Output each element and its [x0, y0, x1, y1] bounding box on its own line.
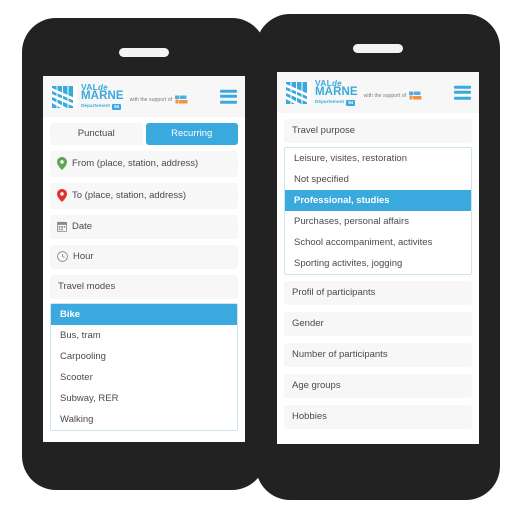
list-item[interactable]: Leisure, visites, restoration [285, 148, 471, 169]
brand-marne-text: MARNE [81, 90, 124, 103]
val-de-marne-chevron-logo [52, 85, 77, 108]
support-credit: with the support of [364, 91, 422, 101]
support-credit-text: with the support of [363, 92, 407, 99]
partner-logo [409, 91, 422, 99]
hamburger-menu-icon[interactable] [454, 85, 471, 100]
brand-department-number: 94 [112, 103, 122, 110]
map-pin-red-icon [57, 189, 67, 202]
hamburger-menu-icon[interactable] [220, 89, 237, 104]
tab-punctual[interactable]: Punctual [50, 123, 143, 145]
section-travel-purpose[interactable]: Travel purpose [284, 119, 472, 143]
field-to[interactable]: To (place, station, address) [50, 183, 238, 209]
travel-purpose-list: Leisure, visites, restoration Not specif… [284, 147, 472, 275]
field-hour-label: Hour [73, 251, 94, 262]
list-item[interactable]: Carpooling [51, 346, 237, 367]
brand-department-text: Département [81, 103, 111, 109]
list-item[interactable]: Professional, studies [285, 190, 471, 211]
list-item[interactable]: Bike [51, 304, 237, 325]
list-item[interactable]: Purchases, personal affairs [285, 211, 471, 232]
support-credit-text: with the support of [129, 96, 173, 103]
partner-logo [175, 95, 188, 103]
support-credit: with the support of [130, 95, 188, 105]
field-date-label: Date [72, 221, 93, 232]
tab-recurring[interactable]: Recurring [145, 123, 238, 145]
field-from-label: From (place, station, address) [72, 158, 199, 169]
list-item[interactable]: Sporting activites, jogging [285, 253, 471, 274]
section-gender[interactable]: Gender [284, 312, 472, 336]
clock-icon [57, 251, 68, 262]
map-pin-green-icon [57, 157, 67, 170]
section-number-of-participants[interactable]: Number of participants [284, 343, 472, 367]
brand-department-row: Département 94 [81, 103, 124, 110]
field-date[interactable]: Date [50, 215, 238, 239]
phone-screen-left: VALde MARNE Département 94 with the supp… [43, 76, 245, 442]
list-item[interactable]: Scooter [51, 367, 237, 388]
brand-department-row: Département 94 [315, 99, 358, 106]
field-hour[interactable]: Hour [50, 245, 238, 269]
trip-type-tabs: Punctual Recurring [50, 123, 238, 145]
phone-mockup-left: VALde MARNE Département 94 with the supp… [22, 18, 266, 490]
brand-department-text: Département [315, 99, 345, 105]
app-body-left: Punctual Recurring From (place, station,… [43, 117, 245, 442]
val-de-marne-chevron-logo [286, 81, 311, 104]
brand-logo: VALde MARNE Département 94 [286, 79, 358, 106]
brand-wordmark: VALde MARNE Département 94 [315, 79, 358, 106]
list-item[interactable]: School accompaniment, activites [285, 232, 471, 253]
phone-speaker-grille [353, 44, 403, 53]
list-item[interactable]: Not specified [285, 169, 471, 190]
section-profil-of-participants[interactable]: Profil of participants [284, 281, 472, 305]
section-travel-modes[interactable]: Travel modes [50, 275, 238, 299]
list-item[interactable]: Subway, RER [51, 388, 237, 409]
app-header: VALde MARNE Département 94 with the supp… [43, 76, 245, 117]
section-hobbies[interactable]: Hobbies [284, 405, 472, 429]
screenshot-canvas: VALde MARNE Département 94 with the supp… [0, 0, 520, 517]
calendar-icon [57, 221, 67, 232]
field-to-label: To (place, station, address) [72, 190, 187, 201]
field-from[interactable]: From (place, station, address) [50, 151, 238, 177]
app-body-right: Travel purpose Leisure, visites, restora… [277, 113, 479, 444]
phone-mockup-right: VALde MARNE Département 94 with the supp… [256, 14, 500, 500]
phone-screen-right: VALde MARNE Département 94 with the supp… [277, 72, 479, 444]
brand-marne-text: MARNE [315, 86, 358, 99]
list-item[interactable]: Walking [51, 409, 237, 430]
phone-speaker-grille [119, 48, 169, 57]
brand-wordmark: VALde MARNE Département 94 [81, 83, 124, 110]
travel-modes-list: Bike Bus, tram Carpooling Scooter Subway… [50, 303, 238, 431]
list-item[interactable]: Bus, tram [51, 325, 237, 346]
brand-logo: VALde MARNE Département 94 [52, 83, 124, 110]
section-age-groups[interactable]: Age groups [284, 374, 472, 398]
app-header: VALde MARNE Département 94 with the supp… [277, 72, 479, 113]
brand-department-number: 94 [346, 99, 356, 106]
